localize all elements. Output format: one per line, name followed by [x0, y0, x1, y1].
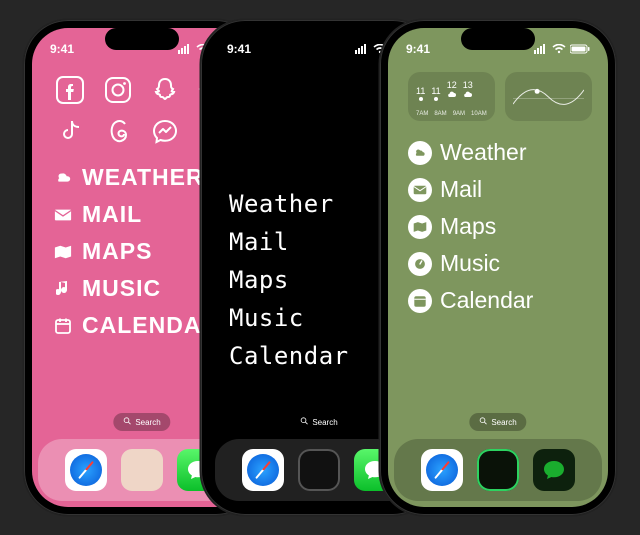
dock [394, 439, 602, 501]
weather-icon [408, 141, 432, 165]
phone-olive: 9:41 11 11 12 13 7AM 8AM [380, 20, 616, 515]
search-label: Search [312, 418, 337, 427]
app-label: Maps [82, 238, 152, 265]
messenger-icon[interactable] [147, 114, 183, 150]
widget-row: 11 11 12 13 7AM 8AM 9AM 10AM [408, 70, 592, 129]
mail-icon [408, 178, 432, 202]
dynamic-island [105, 28, 179, 50]
hour-label: 9AM [453, 111, 465, 117]
dock-app-shortcuts[interactable] [298, 449, 340, 491]
dock-app-shortcuts[interactable] [121, 449, 163, 491]
app-label: Maps [229, 266, 289, 294]
dock-app-safari[interactable] [421, 449, 463, 491]
precip-dot-icon [434, 97, 438, 101]
threads-icon[interactable] [100, 114, 136, 150]
app-label: Weather [229, 190, 334, 218]
maps-icon [52, 244, 74, 260]
app-label: Music [440, 250, 500, 277]
music-icon [52, 280, 74, 298]
search-icon [300, 417, 308, 427]
dock-app-messages[interactable] [533, 449, 575, 491]
screen: 9:41 11 11 12 13 7AM 8AM [388, 28, 608, 507]
app-row-mail[interactable]: Mail [408, 176, 592, 203]
instagram-icon[interactable] [100, 72, 136, 108]
status-time: 9:41 [227, 42, 251, 56]
app-label: Mail [440, 176, 482, 203]
snapchat-icon[interactable] [147, 72, 183, 108]
weather-widget[interactable]: 11 11 12 13 7AM 8AM 9AM 10AM [408, 72, 495, 121]
app-label: Weather [440, 139, 527, 166]
sun-curve-widget[interactable] [505, 72, 592, 121]
cloud-icon [463, 91, 473, 101]
dynamic-island [461, 28, 535, 50]
app-label: Calendar [440, 287, 533, 314]
search-icon [479, 417, 487, 427]
app-label: Maps [440, 213, 496, 240]
weather-icon [52, 169, 74, 187]
search-icon [123, 417, 131, 427]
app-label: Music [82, 275, 161, 302]
search-pill[interactable]: Search [113, 413, 170, 431]
battery-icon [570, 44, 590, 54]
cellular-icon [534, 44, 548, 54]
temp-value: 13 [463, 80, 473, 90]
app-label: Weather [82, 164, 204, 191]
search-label: Search [135, 418, 160, 427]
precip-dot-icon [419, 97, 423, 101]
dock-app-safari[interactable] [65, 449, 107, 491]
cloud-icon [447, 91, 457, 101]
wifi-icon [552, 44, 566, 54]
hour-label: 7AM [416, 111, 428, 117]
hour-label: 10AM [471, 111, 487, 117]
weather-hours: 7AM 8AM 9AM 10AM [416, 111, 487, 117]
app-row-weather[interactable]: Weather [408, 139, 592, 166]
weather-temps: 11 11 12 13 [416, 80, 487, 101]
dynamic-island [282, 28, 356, 50]
status-time: 9:41 [50, 42, 74, 56]
mail-icon [52, 208, 74, 222]
search-label: Search [491, 418, 516, 427]
app-label: Calendar [229, 342, 349, 370]
music-icon [408, 252, 432, 276]
app-row-maps[interactable]: Maps [408, 213, 592, 240]
temp-value: 11 [431, 86, 440, 96]
hour-label: 8AM [434, 111, 446, 117]
maps-icon [408, 215, 432, 239]
cellular-icon [178, 44, 192, 54]
app-label: Mail [82, 201, 142, 228]
calendar-icon [52, 318, 74, 334]
app-row-music[interactable]: Music [408, 250, 592, 277]
tiktok-icon[interactable] [52, 114, 88, 150]
app-label: Music [229, 304, 304, 332]
search-pill[interactable]: Search [290, 413, 347, 431]
facebook-icon[interactable] [52, 72, 88, 108]
status-time: 9:41 [406, 42, 430, 56]
dock-app-shortcuts[interactable] [477, 449, 519, 491]
dock-app-safari[interactable] [242, 449, 284, 491]
app-label: Calendar [82, 312, 219, 339]
calendar-icon [408, 289, 432, 313]
app-row-calendar[interactable]: Calendar [408, 287, 592, 314]
temp-value: 12 [447, 80, 457, 90]
search-pill[interactable]: Search [469, 413, 526, 431]
temp-value: 11 [416, 86, 425, 96]
app-label: Mail [229, 228, 289, 256]
sun-curve [513, 80, 584, 114]
cellular-icon [355, 44, 369, 54]
status-indicators [534, 44, 590, 54]
